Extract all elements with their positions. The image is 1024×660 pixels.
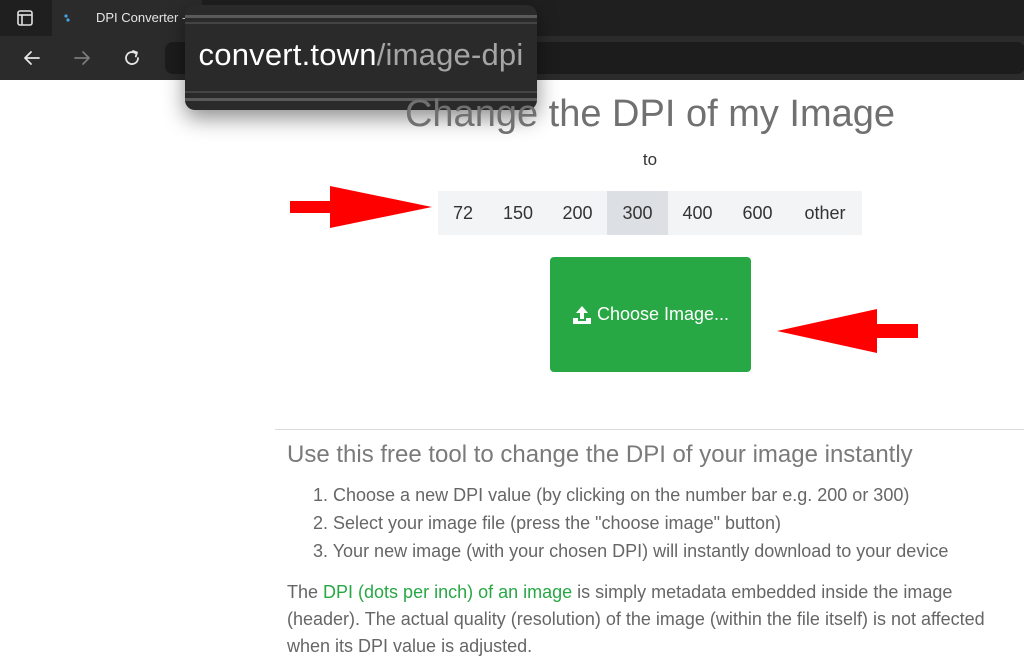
forward-icon[interactable] [70,46,94,70]
choose-image-button[interactable]: Choose Image... [550,257,751,372]
list-item: 3. Your new image (with your chosen DPI)… [313,541,949,561]
dpi-option-150[interactable]: 150 [488,191,548,235]
section-heading: Use this free tool to change the DPI of … [287,441,913,468]
reload-icon[interactable] [120,46,144,70]
upload-icon [572,305,591,324]
list-item: 2. Select your image file (press the "ch… [313,513,782,533]
arrow-annotation-icon [290,186,432,228]
dpi-option-300[interactable]: 300 [607,191,668,235]
page-title: Change the DPI of my Image [404,93,896,135]
dpi-option-200[interactable]: 200 [548,191,607,235]
url-path: /image-dpi [376,37,524,72]
url-text: convert.town/image-dpi [185,37,537,73]
url-host: convert.town [198,37,377,72]
section-divider [275,429,1024,430]
choose-image-label: Choose Image... [596,304,730,324]
steps-list: 1. Choose a new DPI value (by clicking o… [313,481,948,565]
tab-title: DPI Converter - [96,10,187,25]
to-label: to [642,150,658,169]
arrow-annotation-icon [777,309,918,353]
description-prefix: The [287,582,324,602]
dpi-description: The DPI (dots per inch) of an image is s… [287,579,1007,660]
dpi-option-400[interactable]: 400 [668,191,727,235]
site-favicon-icon [64,14,70,22]
tab-strip-icon[interactable] [12,6,38,30]
dpi-selector: 72 150 200 300 400 600 other [438,191,862,235]
dpi-option-72[interactable]: 72 [438,191,488,235]
back-icon[interactable] [20,46,44,70]
dpi-option-other[interactable]: other [788,191,862,235]
dpi-option-600[interactable]: 600 [727,191,788,235]
dpi-info-link[interactable]: DPI (dots per inch) of an image [323,582,572,602]
list-item: 1. Choose a new DPI value (by clicking o… [313,485,910,505]
browser-tab[interactable]: DPI Converter - [52,0,202,36]
